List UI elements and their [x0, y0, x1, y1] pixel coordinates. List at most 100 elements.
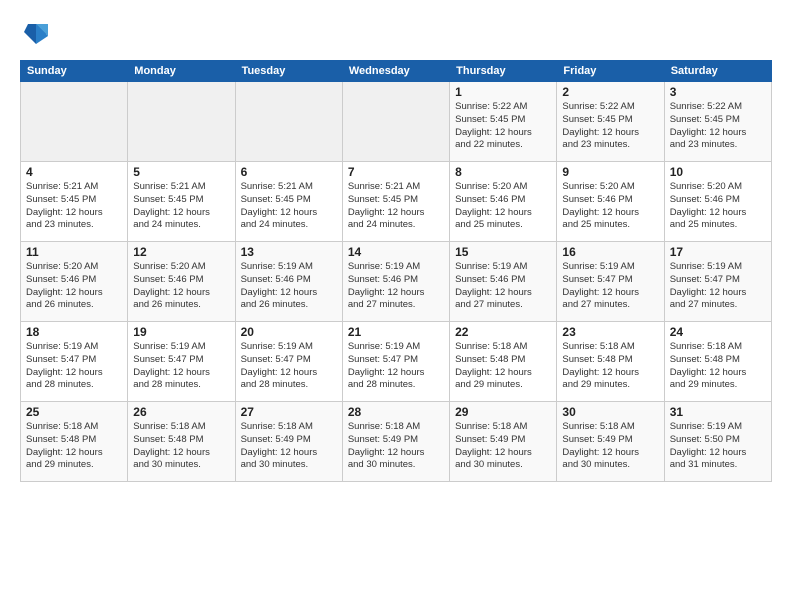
- calendar-cell: 5Sunrise: 5:21 AM Sunset: 5:45 PM Daylig…: [128, 162, 235, 242]
- day-detail: Sunrise: 5:19 AM Sunset: 5:47 PM Dayligh…: [670, 261, 766, 312]
- day-detail: Sunrise: 5:19 AM Sunset: 5:50 PM Dayligh…: [670, 421, 766, 472]
- calendar-cell: 9 Sunrise: 5:20 AM Sunset: 5:46 PM Daylig…: [557, 162, 664, 242]
- calendar-cell: 6Sunrise: 5:21 AM Sunset: 5:45 PM Daylig…: [235, 162, 342, 242]
- day-number: 27: [241, 405, 337, 419]
- day-detail: Sunrise: 5:21 AM Sunset: 5:45 PM Dayligh…: [348, 181, 444, 232]
- day-detail: Sunrise: 5:18 AM Sunset: 5:48 PM Dayligh…: [133, 421, 229, 472]
- logo-icon: [20, 16, 52, 48]
- day-number: 16: [562, 245, 658, 259]
- logo: [20, 16, 58, 48]
- day-number: 20: [241, 325, 337, 339]
- day-detail: Sunrise: 5:22 AM Sunset: 5:45 PM Dayligh…: [670, 101, 766, 152]
- day-detail: Sunrise: 5:21 AM Sunset: 5:45 PM Dayligh…: [26, 181, 122, 232]
- calendar-cell: 31 Sunrise: 5:19 AM Sunset: 5:50 PM Dayli…: [664, 402, 771, 482]
- calendar-cell: 3 Sunrise: 5:22 AM Sunset: 5:45 PM Daylig…: [664, 82, 771, 162]
- weekday-header-tuesday: Tuesday: [235, 61, 342, 82]
- calendar-week-row: 11 Sunrise: 5:20 AM Sunset: 5:46 PM Dayli…: [21, 242, 772, 322]
- day-number: 1: [455, 85, 551, 99]
- day-number: 28: [348, 405, 444, 419]
- calendar-cell: 11 Sunrise: 5:20 AM Sunset: 5:46 PM Dayli…: [21, 242, 128, 322]
- day-number: 18: [26, 325, 122, 339]
- day-number: 22: [455, 325, 551, 339]
- calendar-table: SundayMondayTuesdayWednesdayThursdayFrid…: [20, 60, 772, 482]
- calendar-cell: 29 Sunrise: 5:18 AM Sunset: 5:49 PM Dayli…: [450, 402, 557, 482]
- day-number: 3: [670, 85, 766, 99]
- day-number: 5: [133, 165, 229, 179]
- weekday-header-thursday: Thursday: [450, 61, 557, 82]
- day-number: 21: [348, 325, 444, 339]
- day-detail: Sunrise: 5:20 AM Sunset: 5:46 PM Dayligh…: [26, 261, 122, 312]
- day-number: 31: [670, 405, 766, 419]
- header: [20, 16, 772, 48]
- day-detail: Sunrise: 5:19 AM Sunset: 5:47 PM Dayligh…: [133, 341, 229, 392]
- calendar-cell: 1 Sunrise: 5:22 AM Sunset: 5:45 PM Daylig…: [450, 82, 557, 162]
- calendar-cell: 12Sunrise: 5:20 AM Sunset: 5:46 PM Dayli…: [128, 242, 235, 322]
- day-number: 25: [26, 405, 122, 419]
- day-detail: Sunrise: 5:20 AM Sunset: 5:46 PM Dayligh…: [670, 181, 766, 232]
- day-detail: Sunrise: 5:18 AM Sunset: 5:49 PM Dayligh…: [455, 421, 551, 472]
- day-number: 24: [670, 325, 766, 339]
- calendar-cell: 27Sunrise: 5:18 AM Sunset: 5:49 PM Dayli…: [235, 402, 342, 482]
- day-detail: Sunrise: 5:18 AM Sunset: 5:48 PM Dayligh…: [455, 341, 551, 392]
- day-number: 26: [133, 405, 229, 419]
- day-number: 15: [455, 245, 551, 259]
- day-number: 8: [455, 165, 551, 179]
- calendar-cell: 17 Sunrise: 5:19 AM Sunset: 5:47 PM Dayli…: [664, 242, 771, 322]
- calendar-cell: 21 Sunrise: 5:19 AM Sunset: 5:47 PM Dayli…: [342, 322, 449, 402]
- calendar-cell: [235, 82, 342, 162]
- weekday-header-saturday: Saturday: [664, 61, 771, 82]
- calendar-cell: [342, 82, 449, 162]
- calendar-cell: 20 Sunrise: 5:19 AM Sunset: 5:47 PM Dayli…: [235, 322, 342, 402]
- day-number: 10: [670, 165, 766, 179]
- day-number: 30: [562, 405, 658, 419]
- calendar-cell: 2 Sunrise: 5:22 AM Sunset: 5:45 PM Daylig…: [557, 82, 664, 162]
- day-detail: Sunrise: 5:18 AM Sunset: 5:49 PM Dayligh…: [348, 421, 444, 472]
- day-detail: Sunrise: 5:19 AM Sunset: 5:46 PM Dayligh…: [241, 261, 337, 312]
- day-detail: Sunrise: 5:22 AM Sunset: 5:45 PM Dayligh…: [562, 101, 658, 152]
- calendar-cell: 28 Sunrise: 5:18 AM Sunset: 5:49 PM Dayli…: [342, 402, 449, 482]
- day-number: 17: [670, 245, 766, 259]
- day-number: 29: [455, 405, 551, 419]
- calendar-cell: 26 Sunrise: 5:18 AM Sunset: 5:48 PM Dayli…: [128, 402, 235, 482]
- day-detail: Sunrise: 5:18 AM Sunset: 5:48 PM Dayligh…: [26, 421, 122, 472]
- calendar-cell: [128, 82, 235, 162]
- calendar-cell: 8 Sunrise: 5:20 AM Sunset: 5:46 PM Daylig…: [450, 162, 557, 242]
- day-number: 14: [348, 245, 444, 259]
- weekday-header-wednesday: Wednesday: [342, 61, 449, 82]
- calendar-week-row: 18 Sunrise: 5:19 AM Sunset: 5:47 PM Dayli…: [21, 322, 772, 402]
- calendar-cell: [21, 82, 128, 162]
- calendar-cell: 24 Sunrise: 5:18 AM Sunset: 5:48 PM Dayli…: [664, 322, 771, 402]
- calendar-cell: 19 Sunrise: 5:19 AM Sunset: 5:47 PM Dayli…: [128, 322, 235, 402]
- day-detail: Sunrise: 5:22 AM Sunset: 5:45 PM Dayligh…: [455, 101, 551, 152]
- calendar-week-row: 1 Sunrise: 5:22 AM Sunset: 5:45 PM Daylig…: [21, 82, 772, 162]
- day-number: 7: [348, 165, 444, 179]
- day-detail: Sunrise: 5:19 AM Sunset: 5:46 PM Dayligh…: [455, 261, 551, 312]
- calendar-cell: 23 Sunrise: 5:18 AM Sunset: 5:48 PM Dayli…: [557, 322, 664, 402]
- day-detail: Sunrise: 5:20 AM Sunset: 5:46 PM Dayligh…: [455, 181, 551, 232]
- day-detail: Sunrise: 5:20 AM Sunset: 5:46 PM Dayligh…: [562, 181, 658, 232]
- calendar-cell: 10 Sunrise: 5:20 AM Sunset: 5:46 PM Dayli…: [664, 162, 771, 242]
- day-detail: Sunrise: 5:19 AM Sunset: 5:47 PM Dayligh…: [348, 341, 444, 392]
- day-number: 19: [133, 325, 229, 339]
- day-detail: Sunrise: 5:20 AM Sunset: 5:46 PM Dayligh…: [133, 261, 229, 312]
- day-detail: Sunrise: 5:18 AM Sunset: 5:48 PM Dayligh…: [670, 341, 766, 392]
- day-number: 11: [26, 245, 122, 259]
- day-number: 13: [241, 245, 337, 259]
- day-number: 23: [562, 325, 658, 339]
- calendar-cell: 25 Sunrise: 5:18 AM Sunset: 5:48 PM Dayli…: [21, 402, 128, 482]
- calendar-cell: 14 Sunrise: 5:19 AM Sunset: 5:46 PM Dayli…: [342, 242, 449, 322]
- calendar-cell: 7 Sunrise: 5:21 AM Sunset: 5:45 PM Daylig…: [342, 162, 449, 242]
- day-number: 9: [562, 165, 658, 179]
- day-detail: Sunrise: 5:18 AM Sunset: 5:48 PM Dayligh…: [562, 341, 658, 392]
- weekday-header-sunday: Sunday: [21, 61, 128, 82]
- calendar-cell: 22 Sunrise: 5:18 AM Sunset: 5:48 PM Dayli…: [450, 322, 557, 402]
- day-number: 2: [562, 85, 658, 99]
- calendar-cell: 30Sunrise: 5:18 AM Sunset: 5:49 PM Dayli…: [557, 402, 664, 482]
- weekday-header-row: SundayMondayTuesdayWednesdayThursdayFrid…: [21, 61, 772, 82]
- calendar-cell: 15 Sunrise: 5:19 AM Sunset: 5:46 PM Dayli…: [450, 242, 557, 322]
- day-detail: Sunrise: 5:19 AM Sunset: 5:46 PM Dayligh…: [348, 261, 444, 312]
- day-detail: Sunrise: 5:19 AM Sunset: 5:47 PM Dayligh…: [241, 341, 337, 392]
- calendar-cell: 4Sunrise: 5:21 AM Sunset: 5:45 PM Daylig…: [21, 162, 128, 242]
- day-detail: Sunrise: 5:21 AM Sunset: 5:45 PM Dayligh…: [241, 181, 337, 232]
- day-detail: Sunrise: 5:19 AM Sunset: 5:47 PM Dayligh…: [562, 261, 658, 312]
